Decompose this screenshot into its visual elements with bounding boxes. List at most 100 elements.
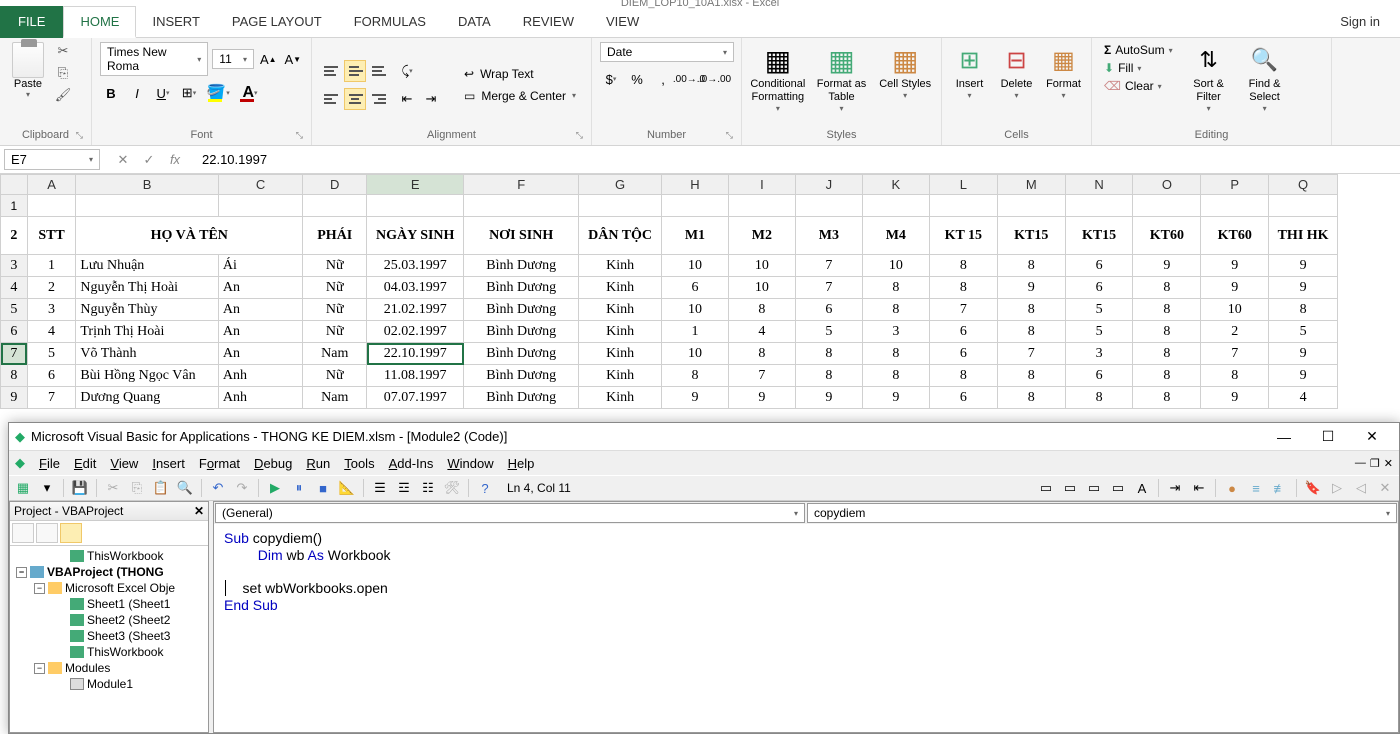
cell[interactable]: Ái — [218, 255, 302, 277]
cell[interactable]: 8 — [1133, 277, 1201, 299]
cell[interactable]: 8 — [862, 365, 929, 387]
header-cell[interactable]: DÂN TỘC — [579, 217, 662, 255]
cell[interactable] — [1269, 195, 1338, 217]
cell[interactable]: 6 — [1065, 277, 1133, 299]
cell[interactable]: Anh — [218, 387, 302, 409]
italic-button[interactable]: I — [126, 82, 148, 104]
vba-break-icon[interactable]: ⏸ — [289, 478, 309, 498]
tree-sheet2[interactable]: Sheet2 (Sheet2 — [12, 612, 206, 628]
cell[interactable] — [367, 195, 464, 217]
number-format-combo[interactable]: Date▾ — [600, 42, 734, 62]
row-header-9[interactable]: 9 — [1, 387, 28, 409]
cell[interactable]: 7 — [795, 255, 862, 277]
tree-sheet3[interactable]: Sheet3 (Sheet3 — [12, 628, 206, 644]
code-editor[interactable]: Sub copydiem() Dim wb As Workbook set wb… — [214, 524, 1398, 732]
vba-properties-icon[interactable]: ☲ — [394, 478, 414, 498]
cell[interactable]: 10 — [862, 255, 929, 277]
cell[interactable]: 3 — [27, 299, 76, 321]
cell[interactable]: 8 — [1133, 321, 1201, 343]
cell[interactable]: An — [218, 277, 302, 299]
underline-button[interactable]: U▾ — [152, 82, 174, 104]
cell[interactable]: 8 — [1133, 365, 1201, 387]
vba-toolbar2-icon5[interactable]: A — [1132, 478, 1152, 498]
view-object-button[interactable] — [36, 523, 58, 543]
cell[interactable]: 9 — [661, 387, 728, 409]
format-as-table-button[interactable]: ▦ Format as Table▾ — [814, 42, 870, 113]
header-cell[interactable]: M2 — [728, 217, 795, 255]
fx-icon[interactable]: fx — [166, 151, 184, 169]
enter-formula-icon[interactable]: ✓ — [140, 151, 158, 169]
insert-cells-button[interactable]: ⊞ Insert▾ — [950, 42, 989, 100]
cell[interactable]: 2 — [1201, 321, 1269, 343]
align-middle-button[interactable] — [344, 60, 366, 82]
vba-breakpoint-icon[interactable]: ● — [1222, 478, 1242, 498]
cell[interactable]: 6 — [1065, 255, 1133, 277]
spreadsheet-grid[interactable]: ABCDEFGHIJKLMNOPQ12STTHỌ VÀ TÊNPHÁINGÀY … — [0, 174, 1400, 409]
cell[interactable]: 8 — [862, 343, 929, 365]
cell[interactable] — [1133, 195, 1201, 217]
tree-vbaproject[interactable]: −VBAProject (THONG — [12, 564, 206, 580]
vba-child-restore[interactable]: ❐ — [1370, 457, 1380, 470]
tree-module1[interactable]: Module1 — [12, 676, 206, 692]
font-name-combo[interactable]: Times New Roma▾ — [100, 42, 208, 76]
name-box[interactable]: E7▾ — [4, 149, 100, 170]
cell[interactable]: Kinh — [579, 387, 662, 409]
cell[interactable]: 9 — [1201, 277, 1269, 299]
vba-menu-help[interactable]: Help — [508, 456, 535, 471]
align-center-button[interactable] — [344, 88, 366, 110]
cell[interactable]: 10 — [1201, 299, 1269, 321]
row-header-6[interactable]: 6 — [1, 321, 28, 343]
header-cell[interactable]: KT60 — [1133, 217, 1201, 255]
cell[interactable] — [1065, 195, 1133, 217]
cell[interactable]: 04.03.1997 — [367, 277, 464, 299]
tree-thisworkbook-1[interactable]: ThisWorkbook — [12, 548, 206, 564]
vba-prev-bookmark-icon[interactable]: ◁ — [1351, 478, 1371, 498]
cell[interactable]: Kinh — [579, 255, 662, 277]
cell[interactable]: Kinh — [579, 365, 662, 387]
cell[interactable] — [862, 195, 929, 217]
vba-bookmark-icon[interactable]: 🔖 — [1303, 478, 1323, 498]
decrease-indent-button[interactable]: ⇤ — [396, 88, 418, 110]
cell[interactable]: 6 — [661, 277, 728, 299]
format-painter-icon[interactable]: 🖌 — [54, 86, 72, 104]
row-header-1[interactable]: 1 — [1, 195, 28, 217]
vba-toolbar2-icon4[interactable]: ▭ — [1108, 478, 1128, 498]
header-cell[interactable]: KT15 — [997, 217, 1065, 255]
cell[interactable]: 7 — [728, 365, 795, 387]
cell[interactable]: Kinh — [579, 299, 662, 321]
autosum-button[interactable]: ΣAutoSum▾ — [1100, 42, 1177, 58]
header-cell[interactable]: KT 15 — [929, 217, 997, 255]
increase-decimal-button[interactable]: .00→.0 — [678, 68, 700, 90]
col-header-L[interactable]: L — [929, 175, 997, 195]
format-cells-button[interactable]: ▦ Format▾ — [1044, 42, 1083, 100]
cell[interactable]: 4 — [728, 321, 795, 343]
cell[interactable]: Nam — [303, 343, 367, 365]
cell[interactable]: 7 — [795, 277, 862, 299]
cell[interactable]: 8 — [1269, 299, 1338, 321]
row-header-4[interactable]: 4 — [1, 277, 28, 299]
cell[interactable]: 9 — [1269, 277, 1338, 299]
cell[interactable]: Bình Dương — [464, 387, 579, 409]
cell[interactable]: 1 — [661, 321, 728, 343]
cell[interactable]: 9 — [1133, 255, 1201, 277]
fill-color-button[interactable]: 🪣▾ — [204, 82, 232, 104]
merge-center-button[interactable]: ▭Merge & Center▾ — [458, 87, 582, 105]
project-explorer-close-icon[interactable]: ✕ — [194, 504, 204, 518]
tab-data[interactable]: DATA — [442, 6, 507, 38]
cell[interactable]: 07.07.1997 — [367, 387, 464, 409]
row-header-8[interactable]: 8 — [1, 365, 28, 387]
cell[interactable]: 25.03.1997 — [367, 255, 464, 277]
procedure-dropdown[interactable]: copydiem▾ — [807, 503, 1397, 523]
vba-outdent-icon[interactable]: ⇤ — [1189, 478, 1209, 498]
header-cell[interactable]: PHÁI — [303, 217, 367, 255]
tab-insert[interactable]: INSERT — [136, 6, 215, 38]
align-top-button[interactable] — [320, 60, 342, 82]
project-tree[interactable]: ThisWorkbook −VBAProject (THONG −Microso… — [10, 546, 208, 732]
cell[interactable]: Bình Dương — [464, 321, 579, 343]
find-select-button[interactable]: 🔍 Find & Select▾ — [1241, 42, 1289, 113]
cell[interactable]: Trịnh Thị Hoài — [76, 321, 219, 343]
cell[interactable]: Nữ — [303, 365, 367, 387]
col-header-M[interactable]: M — [997, 175, 1065, 195]
vba-project-explorer-icon[interactable]: ☰ — [370, 478, 390, 498]
vba-redo-icon[interactable]: ↷ — [232, 478, 252, 498]
